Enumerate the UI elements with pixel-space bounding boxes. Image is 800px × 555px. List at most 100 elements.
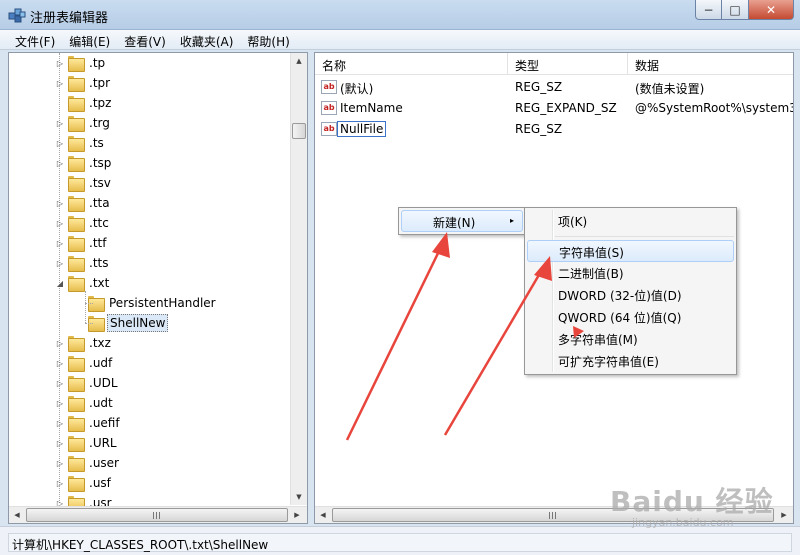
expand-arrow-icon[interactable]: ▷ <box>55 59 65 68</box>
close-button[interactable]: ✕ <box>749 0 794 20</box>
expand-arrow-icon[interactable]: ▷ <box>55 119 65 128</box>
folder-icon <box>68 436 85 452</box>
tree-item-label: .tts <box>89 256 109 270</box>
expand-arrow-icon[interactable]: ▷ <box>55 399 65 408</box>
expand-arrow-icon[interactable]: ▷ <box>55 379 65 388</box>
tree-item-label: .tsv <box>89 176 111 190</box>
expand-arrow-icon[interactable]: ▷ <box>55 459 65 468</box>
menu-item-new[interactable]: 新建(N) ▸ <box>401 210 523 232</box>
folder-icon <box>68 136 85 152</box>
folder-icon <box>68 236 85 252</box>
submenu-arrow-icon: ▸ <box>509 216 514 225</box>
tree-item-label: .ttf <box>89 236 107 250</box>
submenu-item-string-value[interactable]: 字符串值(S) <box>527 240 734 262</box>
expand-arrow-icon[interactable]: ▷ <box>55 239 65 248</box>
submenu-item-key[interactable]: 项(K) <box>527 210 734 232</box>
menu-help[interactable]: 帮助(H) <box>240 30 296 49</box>
tree-item-label: PersistentHandler <box>109 296 216 310</box>
tree-item[interactable]: ▷ .txz <box>55 333 113 353</box>
menu-view[interactable]: 查看(V) <box>117 30 173 49</box>
tree-item-label: .udt <box>89 396 113 410</box>
tree-item[interactable]: ▷ .tts <box>55 253 110 273</box>
tree-item[interactable]: ◢ .txt <box>55 273 111 293</box>
tree-item-label: ShellNew <box>107 314 169 332</box>
menu-favorites[interactable]: 收藏夹(A) <box>173 30 241 49</box>
column-header-data[interactable]: 数据 <box>628 53 793 75</box>
expand-arrow-icon[interactable]: ▷ <box>55 159 65 168</box>
tree-hscroll-thumb[interactable] <box>26 508 288 522</box>
expand-arrow-icon[interactable]: ▷ <box>55 439 65 448</box>
expand-arrow-icon[interactable]: ▷ <box>55 79 65 88</box>
value-row[interactable]: ab NullFile REG_SZ <box>315 119 793 140</box>
tree-item-label: .ts <box>89 136 104 150</box>
tree-item[interactable]: ▷ .udf <box>55 353 114 373</box>
tree-item[interactable]: ▷ .tta <box>55 193 112 213</box>
scroll-right-icon[interactable]: ▶ <box>289 507 305 523</box>
scroll-right-icon[interactable]: ▶ <box>776 507 792 523</box>
tree-item-label: .tta <box>89 196 110 210</box>
expand-arrow-icon[interactable]: ▷ <box>55 479 65 488</box>
expand-arrow-icon[interactable]: ▷ <box>55 219 65 228</box>
folder-icon <box>68 96 85 112</box>
tree-item[interactable]: ▷ .udt <box>55 393 115 413</box>
submenu-item-expandable-string-value[interactable]: 可扩充字符串值(E) <box>527 350 734 372</box>
folder-icon <box>68 276 85 292</box>
collapse-arrow-icon[interactable]: ◢ <box>55 279 65 288</box>
tree-vertical-scrollbar[interactable]: ▲ ▼ <box>290 53 307 505</box>
value-name: NullFile <box>337 121 387 137</box>
tree-item[interactable]: ▷ .UDL <box>55 373 120 393</box>
tree-item[interactable]: ▷ .ts <box>55 133 106 153</box>
scroll-up-icon[interactable]: ▲ <box>291 53 307 69</box>
value-name: (默认) <box>340 82 374 96</box>
value-row[interactable]: ab ItemName REG_EXPAND_SZ @%SystemRoot%\… <box>315 98 793 119</box>
tree-item[interactable]: .tsv <box>55 173 113 193</box>
menu-edit[interactable]: 编辑(E) <box>62 30 117 49</box>
column-header-name[interactable]: 名称 <box>315 53 508 75</box>
tree-item[interactable]: .tpz <box>55 93 113 113</box>
tree-scroll-thumb[interactable] <box>292 123 306 139</box>
maximize-button[interactable]: □ <box>722 0 749 20</box>
tree-item-label: .trg <box>89 116 110 130</box>
tree-item-label: .tpr <box>89 76 111 90</box>
scroll-left-icon[interactable]: ◀ <box>9 507 25 523</box>
submenu-item-qword-value[interactable]: QWORD (64 位)值(Q) <box>527 306 734 328</box>
folder-icon <box>68 476 85 492</box>
string-value-icon: ab <box>321 80 337 94</box>
tree-horizontal-scrollbar[interactable]: ◀ ▶ <box>9 506 307 523</box>
tree-item[interactable]: ▷ .tsp <box>55 153 113 173</box>
expand-arrow-icon[interactable]: ▷ <box>55 139 65 148</box>
expand-arrow-icon[interactable]: ▷ <box>55 419 65 428</box>
column-header-type[interactable]: 类型 <box>508 53 628 75</box>
tree-item[interactable]: ▷ .trg <box>55 113 112 133</box>
tree-item[interactable]: PersistentHandler <box>75 293 218 313</box>
expand-arrow-icon[interactable]: ▷ <box>55 339 65 348</box>
tree-item[interactable]: ▷ .ttc <box>55 213 111 233</box>
submenu-item-dword-value[interactable]: DWORD (32-位)值(D) <box>527 284 734 306</box>
tree-item[interactable]: ▷ .usf <box>55 473 113 493</box>
tree-item-label: .txt <box>89 276 110 290</box>
scroll-down-icon[interactable]: ▼ <box>291 489 307 505</box>
value-name-editbox[interactable]: NullFile <box>337 121 387 137</box>
tree-item-label: .user <box>89 456 119 470</box>
string-value-icon: ab <box>321 122 337 136</box>
value-row[interactable]: ab (默认) REG_SZ (数值未设置) <box>315 77 793 98</box>
submenu-item-multi-string-value[interactable]: 多字符串值(M) <box>527 328 734 350</box>
tree-item[interactable]: ▷ .tpr <box>55 73 112 93</box>
expand-arrow-icon[interactable]: ▷ <box>55 359 65 368</box>
submenu-item-binary-value[interactable]: 二进制值(B) <box>527 262 734 284</box>
tree-item-label: .txz <box>89 336 111 350</box>
tree-item[interactable]: ▷ .ttf <box>55 233 108 253</box>
status-path: 计算机\HKEY_CLASSES_ROOT\.txt\ShellNew <box>8 533 792 552</box>
expand-arrow-icon[interactable]: ▷ <box>55 199 65 208</box>
tree-item[interactable]: ▷ .user <box>55 453 121 473</box>
menu-file[interactable]: 文件(F) <box>8 30 62 49</box>
scroll-left-icon[interactable]: ◀ <box>315 507 331 523</box>
expand-arrow-icon[interactable]: ▷ <box>55 259 65 268</box>
tree-item[interactable]: ▷ .URL <box>55 433 119 453</box>
registry-tree-pane[interactable]: ▷ .tp ▷ .tpr .tpz ▷ .trg ▷ .ts ▷ .tsp .tsv ▷ .tta ▷ .tt… <box>8 52 308 524</box>
tree-item[interactable]: ▷ .uefif <box>55 413 122 433</box>
minimize-button[interactable]: − <box>695 0 722 20</box>
baidu-watermark: Baidu 经验 jingyan.baidu.com <box>610 485 774 529</box>
context-menu: 新建(N) ▸ <box>398 207 526 235</box>
tree-item[interactable]: ▷ .tp <box>55 53 107 73</box>
